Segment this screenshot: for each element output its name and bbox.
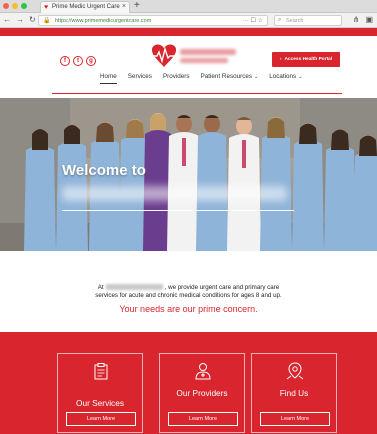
hero-banner: Welcome to (0, 98, 377, 251)
menu-item-home[interactable]: Home (100, 73, 117, 84)
access-health-portal-button[interactable]: › Access Health Portal (272, 52, 340, 67)
card-title: Our Providers (176, 388, 228, 398)
logo-name-blurred (180, 49, 236, 55)
menu-item-patient-resources[interactable]: Patient Resources ⌄ (201, 73, 259, 84)
heart-favicon-icon: ♥ (44, 4, 49, 11)
tab-title: Prime Medic Urgent Care (52, 4, 120, 10)
browser-nav-bar: ← → ↻ ⌂ 🔒 https://www.primemedicurgentca… (0, 13, 377, 28)
page-actions-icons[interactable]: ··· ☐ ☆ (243, 17, 263, 24)
search-placeholder: Search (286, 18, 304, 24)
window-controls (3, 3, 27, 9)
card-our-services: Our Services Learn More (57, 353, 143, 433)
menu-label: Services (127, 73, 152, 80)
intro-prefix: At (97, 284, 104, 291)
card-title: Find Us (279, 388, 309, 398)
logo-subtitle-blurred (180, 58, 228, 63)
main-menu: Home Services Providers Patient Resource… (100, 73, 302, 84)
search-input[interactable]: ⌕ Search (274, 15, 342, 26)
close-window-button[interactable] (3, 3, 9, 9)
doctor-icon (195, 363, 211, 380)
header-top-strip (0, 28, 377, 36)
menu-label: Patient Resources (200, 73, 253, 80)
hero-blurred-name (62, 186, 287, 201)
site-header: f t g › Access Health Portal Home Service… (0, 36, 377, 98)
minimize-window-button[interactable] (12, 3, 18, 9)
back-icon[interactable]: ← (3, 14, 11, 26)
intro-section: At , we provide urgent care and primary c… (0, 251, 377, 332)
hero-welcome-text: Welcome to (62, 162, 146, 179)
new-tab-button[interactable]: + (134, 0, 140, 12)
map-pin-icon (286, 362, 304, 380)
menu-label: Providers (162, 73, 190, 80)
facebook-icon[interactable]: f (60, 56, 70, 66)
tagline: Your needs are our prime concern. (119, 304, 258, 314)
chevron-down-icon: ⌄ (254, 74, 259, 80)
heart-pulse-logo-icon (150, 44, 180, 67)
redacted-practice-name (105, 284, 163, 290)
sidebar-icon[interactable]: ▣ (365, 14, 373, 26)
card-title: Our Services (76, 398, 124, 408)
our-services-learn-more-button[interactable]: Learn More (66, 412, 136, 426)
forward-icon[interactable]: → (16, 14, 24, 26)
browser-tab-bar: ♥ Prime Medic Urgent Care × + (0, 0, 377, 13)
chevron-right-icon: › (279, 57, 282, 62)
card-find-us: Find Us Learn More (251, 353, 337, 433)
our-providers-learn-more-button[interactable]: Learn More (168, 412, 238, 426)
google-plus-icon[interactable]: g (86, 56, 96, 66)
card-our-providers: Our Providers Learn More (159, 353, 245, 433)
site-logo[interactable] (150, 42, 240, 70)
lock-icon: 🔒 (43, 18, 51, 24)
url-text: https://www.primemedicurgentcare.com (55, 18, 152, 24)
browser-tab[interactable]: ♥ Prime Medic Urgent Care × (40, 1, 130, 13)
address-bar[interactable]: 🔒 https://www.primemedicurgentcare.com ·… (38, 15, 268, 26)
chevron-down-icon: ⌄ (298, 74, 303, 80)
menu-label: Locations (269, 73, 297, 80)
menu-item-providers[interactable]: Providers (163, 73, 190, 84)
portal-button-label: Access Health Portal (284, 57, 333, 62)
staff-group-photo (0, 98, 377, 251)
tab-close-icon[interactable]: × (122, 3, 126, 10)
header-divider (52, 93, 342, 94)
social-links: f t g (60, 56, 96, 66)
maximize-window-button[interactable] (21, 3, 27, 9)
reload-icon[interactable]: ↻ (29, 14, 36, 26)
intro-line-2: services for acute and chronic medical c… (95, 292, 282, 299)
library-icon[interactable]: ⋔ (353, 14, 360, 26)
hero-divider (62, 210, 294, 211)
menu-item-locations[interactable]: Locations ⌄ (269, 73, 302, 84)
search-icon: ⌕ (278, 17, 282, 23)
twitter-icon[interactable]: t (73, 56, 83, 66)
intro-suffix: , we provide urgent care and primary car… (164, 284, 280, 291)
menu-label: Home (100, 73, 117, 80)
services-band: Our Services Learn More Our Providers Le… (0, 332, 377, 434)
clipboard-icon (94, 363, 108, 380)
find-us-learn-more-button[interactable]: Learn More (260, 412, 330, 426)
menu-item-services[interactable]: Services (128, 73, 152, 84)
intro-line-1: At , we provide urgent care and primary c… (0, 284, 377, 291)
